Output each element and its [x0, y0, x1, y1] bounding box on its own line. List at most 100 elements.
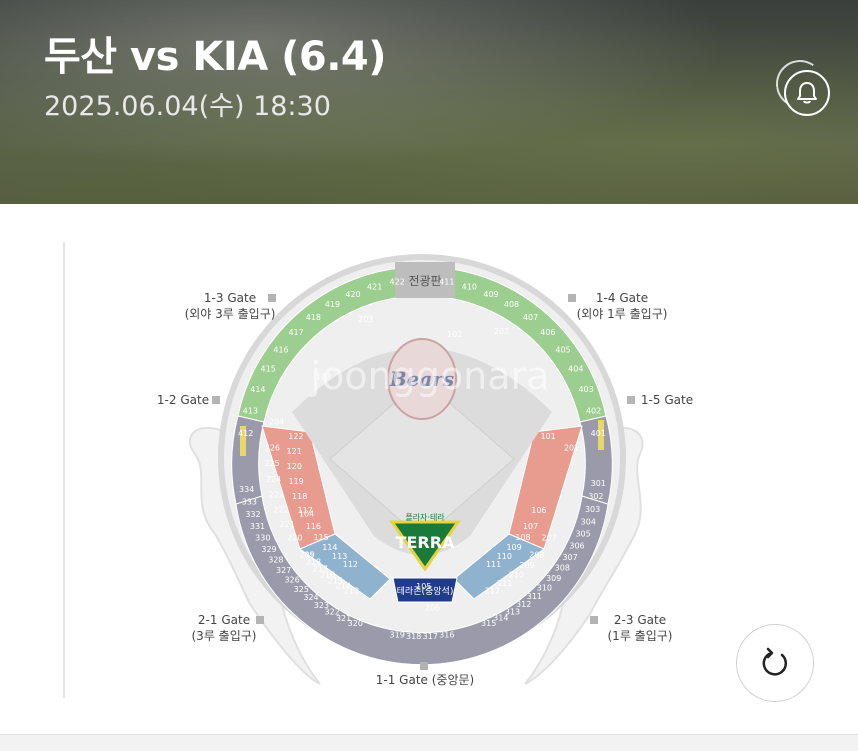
- section-330[interactable]: 330: [255, 534, 270, 543]
- section-213[interactable]: 213: [344, 586, 359, 595]
- section-418[interactable]: 418: [306, 313, 321, 322]
- section-224[interactable]: 224: [266, 475, 281, 484]
- notification-bell-button[interactable]: [784, 70, 830, 116]
- section-122[interactable]: 122: [288, 432, 303, 441]
- section-413[interactable]: 413: [243, 407, 258, 416]
- section-108[interactable]: 108: [515, 533, 530, 542]
- section-103[interactable]: 103: [316, 372, 331, 381]
- section-402[interactable]: 402: [586, 407, 601, 416]
- section-415[interactable]: 415: [261, 365, 276, 374]
- section-114[interactable]: 114: [322, 543, 337, 552]
- section-417[interactable]: 417: [288, 328, 303, 337]
- section-306[interactable]: 306: [569, 542, 584, 551]
- section-225[interactable]: 225: [264, 459, 279, 468]
- section-318[interactable]: 318: [406, 632, 421, 641]
- section-309[interactable]: 309: [546, 574, 561, 583]
- section-116[interactable]: 116: [306, 522, 321, 531]
- section-327[interactable]: 327: [276, 566, 291, 575]
- section-328[interactable]: 328: [268, 556, 283, 565]
- section-405[interactable]: 405: [555, 345, 570, 354]
- section-412[interactable]: 412: [238, 429, 253, 438]
- section-202[interactable]: 202: [494, 327, 509, 336]
- section-120[interactable]: 120: [287, 462, 302, 471]
- section-207[interactable]: 207: [542, 534, 557, 543]
- gate-1-5[interactable]: 1-5 Gate: [632, 392, 702, 408]
- section-410[interactable]: 410: [462, 282, 477, 291]
- section-334[interactable]: 334: [239, 485, 254, 494]
- section-302[interactable]: 302: [588, 492, 603, 501]
- section-112[interactable]: 112: [343, 560, 358, 569]
- stadium-seat-map: Bears TERRA 플라자·테라 테라존(중앙석) 전광판 joonggon…: [189, 254, 644, 685]
- section-109[interactable]: 109: [506, 543, 521, 552]
- section-310[interactable]: 310: [537, 583, 552, 592]
- gate-1-5-name: 1-5 Gate: [640, 393, 694, 407]
- section-301[interactable]: 301: [591, 479, 606, 488]
- section-121[interactable]: 121: [287, 447, 302, 456]
- section-308[interactable]: 308: [555, 564, 570, 573]
- section-419[interactable]: 419: [325, 300, 340, 309]
- section-333[interactable]: 333: [242, 498, 257, 507]
- section-204[interactable]: 204: [269, 418, 284, 427]
- section-409[interactable]: 409: [483, 290, 498, 299]
- section-201[interactable]: 201: [564, 444, 579, 453]
- section-422[interactable]: 422: [390, 278, 405, 287]
- section-305[interactable]: 305: [575, 530, 590, 539]
- section-316[interactable]: 316: [439, 630, 454, 639]
- section-404[interactable]: 404: [568, 365, 583, 374]
- section-206[interactable]: 206: [425, 604, 440, 613]
- section-102[interactable]: 102: [447, 330, 462, 339]
- section-223[interactable]: 223: [269, 490, 284, 499]
- gate-1-2[interactable]: 1-2 Gate: [148, 392, 218, 408]
- scoreboard-label: 전광판: [408, 274, 441, 288]
- section-304[interactable]: 304: [581, 517, 596, 526]
- gate-1-3-marker: [268, 294, 276, 302]
- section-119[interactable]: 119: [288, 477, 303, 486]
- section-416[interactable]: 416: [273, 345, 288, 354]
- section-222[interactable]: 222: [273, 505, 288, 514]
- section-414[interactable]: 414: [250, 385, 265, 394]
- section-319[interactable]: 319: [390, 630, 405, 639]
- game-datetime: 2025.06.04(수) 18:30: [44, 91, 331, 122]
- section-220[interactable]: 220: [287, 534, 302, 543]
- section-407[interactable]: 407: [523, 313, 538, 322]
- section-208[interactable]: 208: [529, 550, 544, 559]
- section-209[interactable]: 209: [519, 561, 534, 570]
- section-420[interactable]: 420: [345, 290, 360, 299]
- section-221[interactable]: 221: [280, 520, 295, 529]
- section-203[interactable]: 203: [358, 315, 373, 324]
- section-326[interactable]: 326: [284, 576, 299, 585]
- section-118[interactable]: 118: [292, 492, 307, 501]
- section-115[interactable]: 115: [313, 533, 328, 542]
- gate-1-4[interactable]: 1-4 Gate (외야 1루 출입구): [562, 290, 682, 322]
- watermark: joonggonara: [310, 354, 550, 398]
- section-317[interactable]: 317: [423, 632, 438, 641]
- section-226[interactable]: 226: [265, 444, 280, 453]
- game-header: 두산 vs KIA (6.4) 2025.06.04(수) 18:30: [0, 0, 858, 204]
- section-329[interactable]: 329: [261, 545, 276, 554]
- section-212[interactable]: 212: [485, 586, 500, 595]
- section-106[interactable]: 106: [531, 506, 546, 515]
- section-408[interactable]: 408: [504, 300, 519, 309]
- section-105[interactable]: 105: [416, 582, 431, 591]
- section-332[interactable]: 332: [245, 510, 260, 519]
- gate-2-3[interactable]: 2-3 Gate (1루 출입구): [592, 612, 688, 644]
- section-401[interactable]: 401: [591, 429, 606, 438]
- section-320[interactable]: 320: [348, 619, 363, 628]
- section-331[interactable]: 331: [250, 522, 265, 531]
- gate-1-4-sub: (외야 1루 출입구): [576, 307, 668, 321]
- section-421[interactable]: 421: [367, 282, 382, 291]
- gate-1-4-name: 1-4 Gate: [595, 291, 649, 305]
- section-307[interactable]: 307: [562, 553, 577, 562]
- gate-2-1-sub: (3루 출입구): [191, 629, 257, 643]
- section-303[interactable]: 303: [585, 505, 600, 514]
- section-101[interactable]: 101: [540, 432, 555, 441]
- gate-1-1[interactable]: 1-1 Gate (중앙문): [360, 672, 490, 688]
- section-111[interactable]: 111: [486, 560, 501, 569]
- section-403[interactable]: 403: [578, 385, 593, 394]
- section-406[interactable]: 406: [540, 328, 555, 337]
- refresh-button[interactable]: [736, 624, 814, 702]
- section-107[interactable]: 107: [523, 522, 538, 531]
- section-315[interactable]: 315: [481, 619, 496, 628]
- section-411[interactable]: 411: [439, 278, 454, 287]
- section-104[interactable]: 104: [299, 509, 314, 518]
